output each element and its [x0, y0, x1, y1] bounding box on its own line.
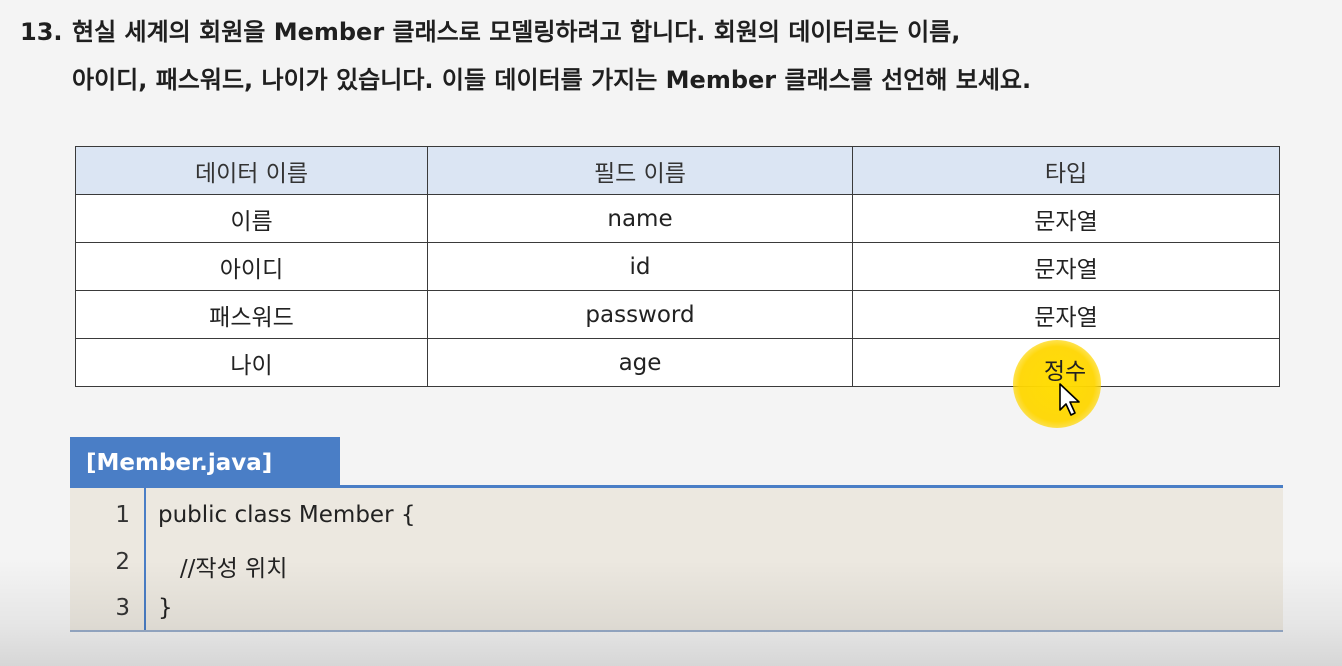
header-data-name: 데이터 이름 — [75, 146, 428, 195]
cell-field-name: name — [427, 194, 853, 243]
code-block: 1 public class Member { 2 //작성 위치 3 } — [70, 488, 1283, 632]
question-line-1: 13. 현실 세계의 회원을 Member 클래스로 모델링하려고 합니다. 회원… — [20, 8, 1320, 56]
mouse-pointer-icon — [1059, 383, 1080, 416]
code-line: } — [158, 595, 173, 621]
cell-type: 문자열 — [852, 242, 1280, 291]
header-field-name: 필드 이름 — [427, 146, 853, 195]
cell-data-name: 아이디 — [75, 242, 428, 291]
table-row: 패스워드 password 문자열 — [75, 290, 1280, 339]
cell-type: 문자열 — [852, 194, 1280, 243]
data-table: 데이터 이름 필드 이름 타입 이름 name 문자열 아이디 id 문자열 패… — [75, 146, 1280, 387]
line-number: 2 — [115, 549, 130, 575]
cell-field-name: id — [427, 242, 853, 291]
cell-data-name: 나이 — [75, 338, 428, 387]
highlighted-type-text: 정수 — [1043, 359, 1087, 385]
cell-data-name: 이름 — [75, 194, 428, 243]
cell-type: 문자열 — [852, 290, 1280, 339]
question-text: 13. 현실 세계의 회원을 Member 클래스로 모델링하려고 합니다. 회원… — [20, 8, 1320, 104]
question-line-1-text: 현실 세계의 회원을 Member 클래스로 모델링하려고 합니다. 회원의 데… — [72, 18, 961, 46]
line-number: 1 — [115, 502, 130, 528]
slide-page: 13. 현실 세계의 회원을 Member 클래스로 모델링하려고 합니다. 회원… — [0, 0, 1342, 666]
code-file-tab: [Member.java] — [70, 437, 340, 487]
cell-field-name: age — [427, 338, 853, 387]
header-type: 타입 — [852, 146, 1280, 195]
cell-field-name: password — [427, 290, 853, 339]
question-number: 13. — [20, 18, 63, 46]
code-line: //작성 위치 — [158, 556, 288, 582]
code-line: public class Member { — [158, 502, 416, 528]
table-header-row: 데이터 이름 필드 이름 타입 — [75, 146, 1280, 195]
table-row: 이름 name 문자열 — [75, 194, 1280, 243]
line-number: 3 — [115, 595, 130, 621]
table-row: 아이디 id 문자열 — [75, 242, 1280, 291]
gutter-divider — [144, 488, 146, 630]
question-line-2: 아이디, 패스워드, 나이가 있습니다. 이들 데이터를 가지는 Member … — [72, 66, 1032, 94]
cell-data-name: 패스워드 — [75, 290, 428, 339]
